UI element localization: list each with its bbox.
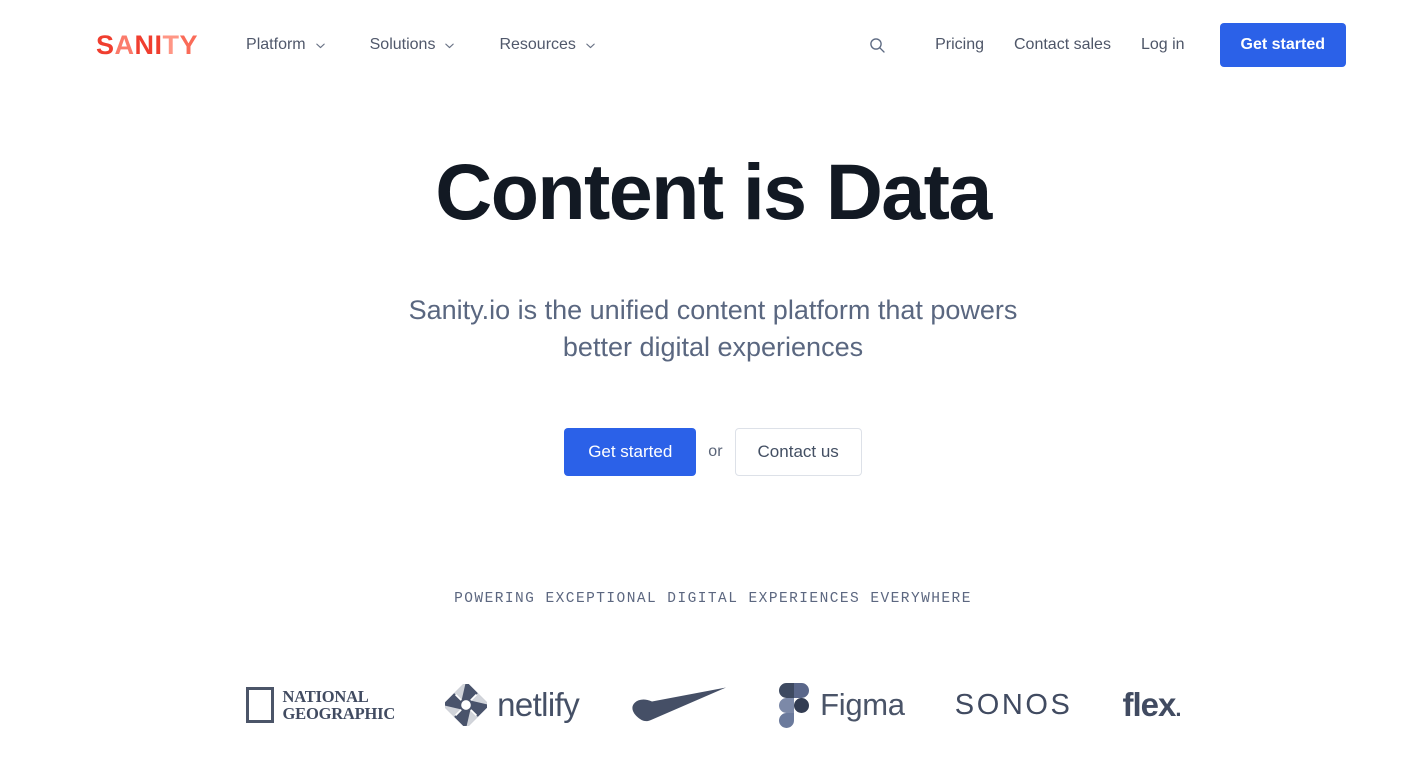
national-geographic-frame-icon <box>245 687 274 724</box>
netlify-mark-icon <box>445 684 488 727</box>
nav-item-platform-label: Platform <box>246 36 306 53</box>
figma-mark-icon <box>779 682 810 728</box>
nav-link-log-in[interactable]: Log in <box>1126 28 1200 62</box>
national-geographic-line1: NATIONAL <box>282 686 369 706</box>
header-actions: Pricing Contact sales Log in Get started <box>860 23 1346 67</box>
logo-figma: Figma <box>779 677 905 733</box>
logo-national-geographic: NATIONAL GEOGRAPHIC <box>245 677 396 733</box>
hero-title: Content is Data <box>435 147 992 236</box>
logo-flex: flex. <box>1122 677 1182 733</box>
cta-separator: or <box>708 443 723 461</box>
nav-item-resources-label: Resources <box>499 36 576 53</box>
social-proof-section: POWERING EXCEPTIONAL DIGITAL EXPERIENCES… <box>0 591 1426 733</box>
chevron-down-icon <box>586 43 595 48</box>
logo-nike <box>629 677 729 733</box>
primary-navigation: Platform Solutions Resources <box>234 28 618 62</box>
netlify-wordmark: netlify <box>497 686 580 724</box>
chevron-down-icon <box>315 43 325 48</box>
national-geographic-line2: GEOGRAPHIC <box>282 704 396 724</box>
nav-item-solutions[interactable]: Solutions <box>348 28 478 62</box>
figma-wordmark: Figma <box>820 687 905 723</box>
sonos-wordmark: SONOS <box>954 688 1073 721</box>
customer-logo-strip: NATIONAL GEOGRAPHIC netlify Figma SONOS … <box>0 677 1426 733</box>
site-header: SANITY Platform Solutions Resources Pric… <box>0 0 1426 90</box>
nav-link-pricing[interactable]: Pricing <box>920 28 999 62</box>
hero-cta-row: Get started or Contact us <box>0 428 1426 477</box>
header-get-started-button[interactable]: Get started <box>1219 23 1346 67</box>
flex-wordmark-dot: . <box>1175 696 1181 722</box>
flex-wordmark: flex <box>1122 686 1177 724</box>
sanity-logo[interactable]: SANITY <box>96 31 198 59</box>
logo-netlify: netlify <box>445 677 580 733</box>
nav-item-solutions-label: Solutions <box>369 36 436 53</box>
hero-section: Content is Data Sanity.io is the unified… <box>0 90 1426 733</box>
logo-sonos: SONOS <box>955 677 1073 733</box>
nav-link-contact-sales[interactable]: Contact sales <box>999 28 1126 62</box>
hero-subtitle: Sanity.io is the unified content platfor… <box>408 294 1018 362</box>
search-button[interactable] <box>860 28 894 62</box>
hero-contact-us-button[interactable]: Contact us <box>734 428 862 477</box>
chevron-down-icon <box>445 43 455 48</box>
search-icon <box>869 37 885 53</box>
nav-item-resources[interactable]: Resources <box>477 28 617 62</box>
social-proof-label: POWERING EXCEPTIONAL DIGITAL EXPERIENCES… <box>454 591 972 608</box>
nike-swoosh-icon <box>632 687 727 722</box>
hero-get-started-button[interactable]: Get started <box>564 428 697 477</box>
nav-item-platform[interactable]: Platform <box>234 28 348 62</box>
